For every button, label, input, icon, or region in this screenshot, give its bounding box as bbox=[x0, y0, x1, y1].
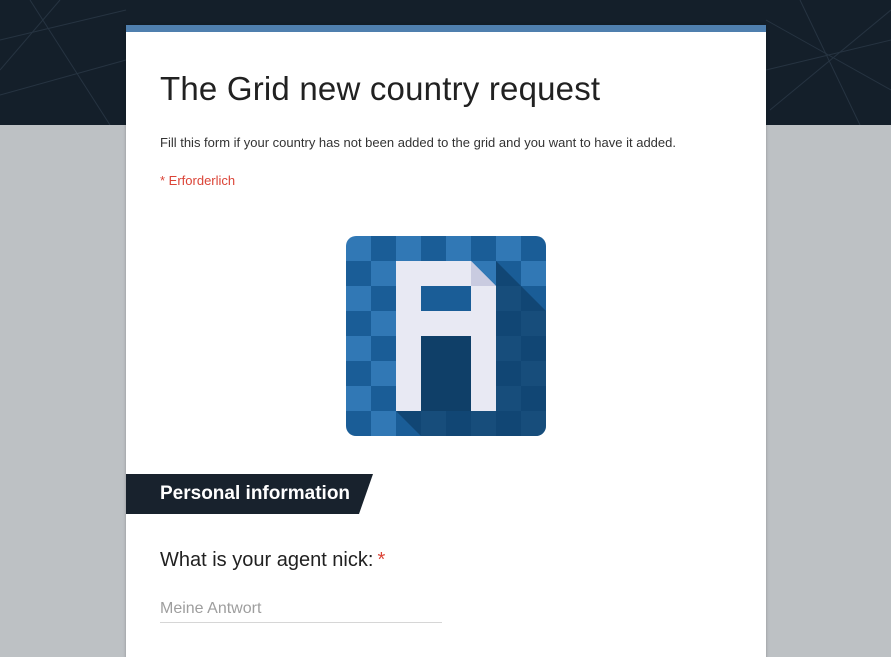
form-accent-bar bbox=[126, 25, 766, 32]
logo-tile bbox=[471, 236, 496, 261]
logo-tile bbox=[371, 236, 396, 261]
logo-tile bbox=[421, 236, 446, 261]
logo-tile bbox=[346, 311, 371, 336]
form-title: The Grid new country request bbox=[160, 70, 601, 107]
logo-tile bbox=[371, 361, 396, 386]
logo-tile bbox=[346, 336, 371, 361]
logo-tile bbox=[346, 386, 371, 411]
logo-tile bbox=[346, 286, 371, 311]
logo-tile bbox=[346, 261, 371, 286]
logo-tile bbox=[371, 286, 396, 311]
logo-tile bbox=[496, 236, 521, 261]
question-label: What is your agent nick: * bbox=[160, 549, 385, 572]
required-star: * bbox=[377, 549, 386, 571]
logo-tile bbox=[371, 311, 396, 336]
logo-tile bbox=[396, 236, 421, 261]
logo-tile bbox=[346, 236, 371, 261]
logo-tile bbox=[521, 261, 546, 286]
logo-graphic bbox=[346, 236, 546, 436]
required-note: * Erforderlich bbox=[160, 173, 236, 188]
logo-tile bbox=[371, 336, 396, 361]
logo-letter-notch bbox=[421, 286, 471, 311]
logo-tile bbox=[446, 236, 471, 261]
section-title: Personal information bbox=[160, 483, 351, 504]
logo-tile bbox=[346, 361, 371, 386]
logo-tile bbox=[371, 386, 396, 411]
logo-tile bbox=[371, 261, 396, 286]
the-grid-logo-icon bbox=[346, 236, 546, 436]
form-card: The Grid new country request Fill this f… bbox=[126, 25, 766, 657]
logo-tile bbox=[346, 411, 371, 436]
section-header: Personal information bbox=[126, 474, 373, 514]
form-description: Fill this form if your country has not b… bbox=[160, 135, 676, 150]
logo-tile bbox=[371, 411, 396, 436]
question-text: What is your agent nick: bbox=[160, 549, 374, 571]
agent-nick-input[interactable] bbox=[160, 595, 442, 623]
logo-tile bbox=[521, 236, 546, 261]
